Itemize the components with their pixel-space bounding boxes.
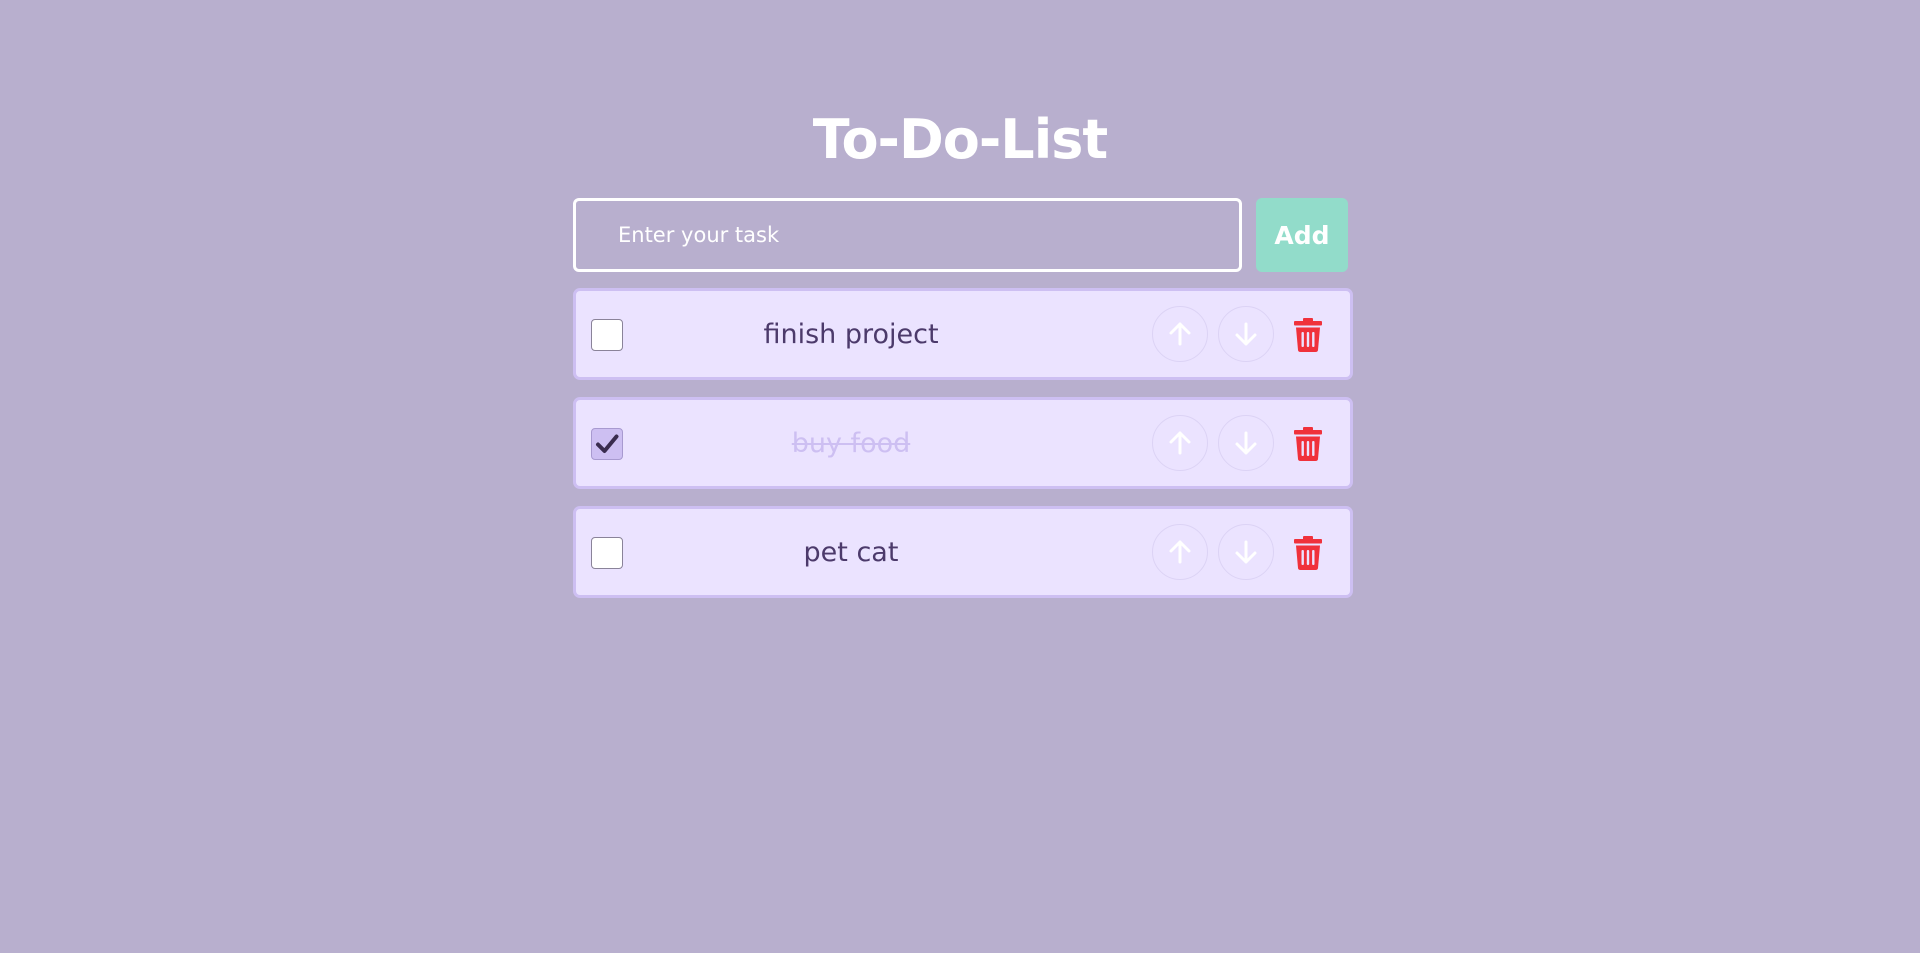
task-text: pet cat (803, 537, 899, 568)
task-input[interactable] (573, 198, 1242, 272)
task-list: finish project buy food pet cat (573, 288, 1353, 615)
checkmark-icon (596, 434, 619, 453)
task-checkbox[interactable] (591, 428, 623, 460)
trash-icon[interactable] (1293, 536, 1323, 570)
task-checkbox[interactable] (591, 319, 623, 351)
arrow-up-icon (1169, 322, 1191, 346)
move-down-button[interactable] (1218, 306, 1274, 362)
add-button[interactable]: Add (1256, 198, 1348, 272)
arrow-down-icon (1235, 322, 1257, 346)
page-title: To-Do-List (812, 108, 1108, 171)
task-item: finish project (573, 288, 1353, 380)
trash-icon[interactable] (1293, 318, 1323, 352)
move-up-button[interactable] (1152, 415, 1208, 471)
task-item: pet cat (573, 506, 1353, 598)
trash-icon[interactable] (1293, 427, 1323, 461)
arrow-up-icon (1169, 540, 1191, 564)
task-text: finish project (763, 319, 939, 350)
move-down-button[interactable] (1218, 524, 1274, 580)
arrow-down-icon (1235, 540, 1257, 564)
move-up-button[interactable] (1152, 306, 1208, 362)
arrow-up-icon (1169, 431, 1191, 455)
arrow-down-icon (1235, 431, 1257, 455)
task-item: buy food (573, 397, 1353, 489)
move-up-button[interactable] (1152, 524, 1208, 580)
task-checkbox[interactable] (591, 537, 623, 569)
task-text: buy food (791, 428, 911, 459)
move-down-button[interactable] (1218, 415, 1274, 471)
